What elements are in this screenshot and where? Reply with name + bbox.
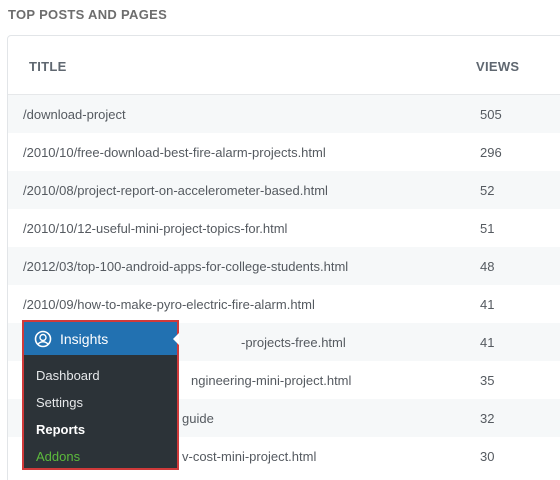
post-title-link[interactable]: ngineering-mini-project.html	[191, 373, 351, 388]
post-title-link[interactable]: v-cost-mini-project.html	[182, 449, 316, 464]
submenu-item-settings[interactable]: Settings	[24, 394, 177, 421]
views-count: 35	[480, 373, 495, 388]
section-title: TOP POSTS AND PAGES	[8, 7, 168, 22]
table-row: /download-project 505	[8, 95, 560, 133]
post-title-link[interactable]: /2010/08/project-report-on-accelerometer…	[23, 183, 328, 198]
post-title-link[interactable]: /2010/10/free-download-best-fire-alarm-p…	[23, 145, 326, 160]
insights-menu-title: Insights	[60, 331, 109, 347]
views-count: 48	[480, 259, 495, 274]
submenu-item-reports[interactable]: Reports	[24, 421, 177, 448]
insights-submenu: Dashboard Settings Reports Addons	[24, 355, 177, 475]
submenu-item-dashboard[interactable]: Dashboard	[24, 367, 177, 394]
views-count: 52	[480, 183, 495, 198]
submenu-item-addons[interactable]: Addons	[24, 448, 177, 475]
insights-admin-menu: Insights Dashboard Settings Reports Addo…	[22, 320, 179, 470]
views-count: 30	[480, 449, 495, 464]
views-count: 51	[480, 221, 495, 236]
post-title-link[interactable]: /2010/10/12-useful-mini-project-topics-f…	[23, 221, 287, 236]
post-title-link[interactable]: -projects-free.html	[241, 335, 346, 350]
insights-menu-header[interactable]: Insights	[24, 322, 179, 355]
views-count: 296	[480, 145, 502, 160]
column-header-views[interactable]: VIEWS	[476, 59, 519, 74]
post-title-link[interactable]: /2010/09/how-to-make-pyro-electric-fire-…	[23, 297, 315, 312]
table-row: /2010/09/how-to-make-pyro-electric-fire-…	[8, 285, 560, 323]
current-menu-arrow	[173, 333, 179, 345]
post-title-link[interactable]: /download-project	[23, 107, 126, 122]
post-title-link[interactable]: /2012/03/top-100-android-apps-for-colleg…	[23, 259, 348, 274]
insights-icon	[34, 330, 52, 348]
table-row: /2010/10/12-useful-mini-project-topics-f…	[8, 209, 560, 247]
post-title-link[interactable]: guide	[182, 411, 214, 426]
table-header: TITLE VIEWS	[8, 36, 560, 95]
table-row: /2010/10/free-download-best-fire-alarm-p…	[8, 133, 560, 171]
table-row: /2010/08/project-report-on-accelerometer…	[8, 171, 560, 209]
views-count: 41	[480, 297, 495, 312]
views-count: 32	[480, 411, 495, 426]
column-header-title[interactable]: TITLE	[29, 59, 67, 74]
views-count: 505	[480, 107, 502, 122]
views-count: 41	[480, 335, 495, 350]
table-row: /2012/03/top-100-android-apps-for-colleg…	[8, 247, 560, 285]
